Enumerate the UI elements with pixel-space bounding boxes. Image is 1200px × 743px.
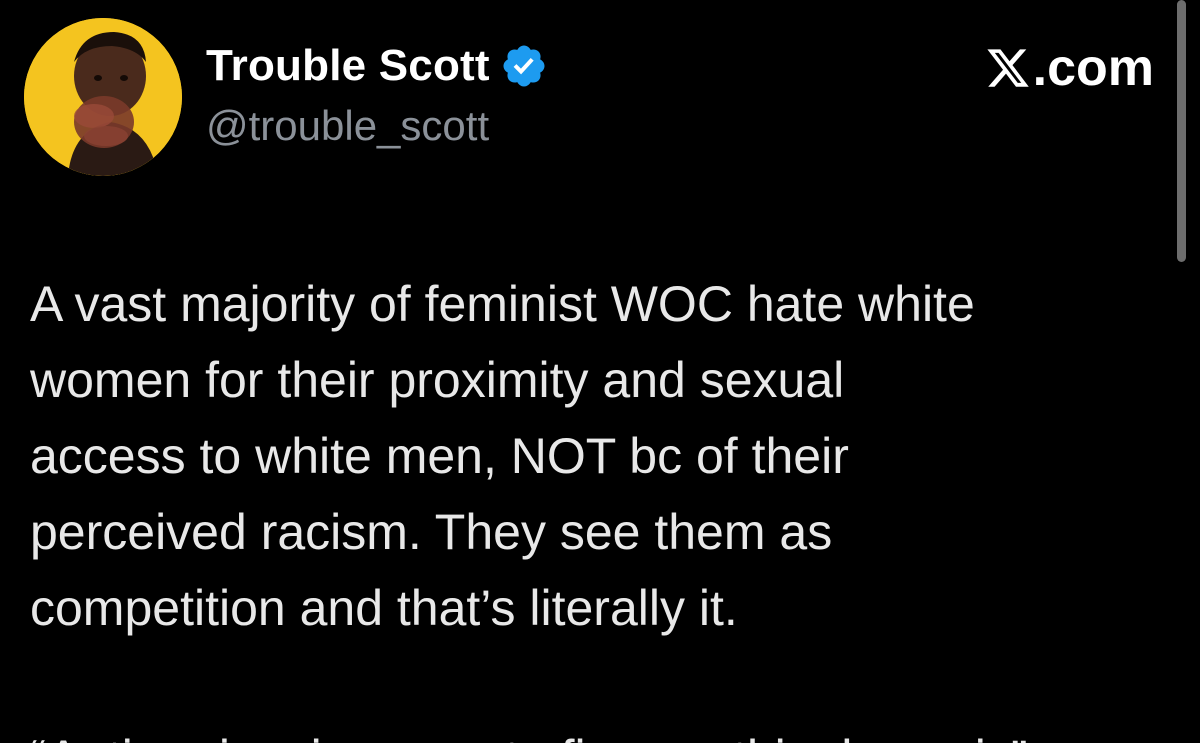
source-label: .com xyxy=(985,38,1154,98)
tweet-text-cutoff-line: “Anti-racism is a way to finesse this dy… xyxy=(30,720,1028,743)
author-avatar[interactable] xyxy=(24,18,182,176)
verified-badge-icon xyxy=(503,45,545,87)
tweet-text-line: women for their proximity and sexual xyxy=(30,352,845,408)
author-name-row: Trouble Scott xyxy=(206,36,548,96)
author-handle[interactable]: @trouble_scott xyxy=(206,102,489,150)
tweet-text-line: A vast majority of feminist WOC hate whi… xyxy=(30,276,975,332)
x-logo-icon xyxy=(987,49,1029,87)
scrollbar[interactable] xyxy=(1177,0,1186,262)
tweet-text: A vast majority of feminist WOC hate whi… xyxy=(30,266,1170,646)
tweet-text-line: perceived racism. They see them as xyxy=(30,504,833,560)
tweet-text-line: competition and that’s literally it. xyxy=(30,580,738,636)
source-domain: .com xyxy=(1032,39,1154,97)
profile-photo xyxy=(24,18,182,176)
author-display-name[interactable]: Trouble Scott xyxy=(206,41,490,91)
tweet-text-line: access to white men, NOT bc of their xyxy=(30,428,849,484)
tweet-card: Trouble Scott @trouble_scott .com A vast… xyxy=(0,0,1200,743)
